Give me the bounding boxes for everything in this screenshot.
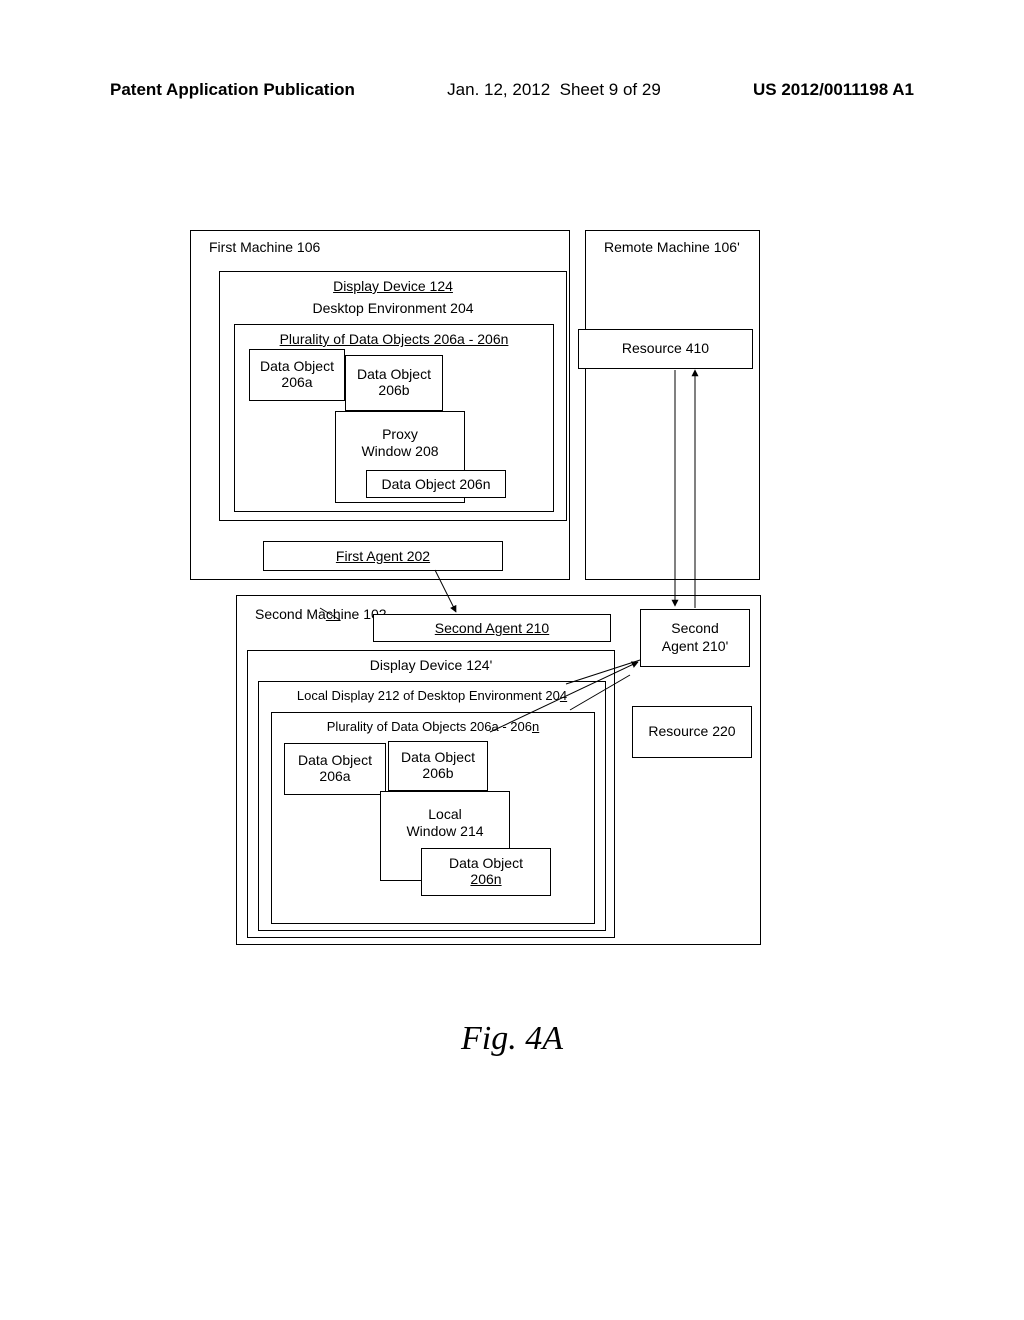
box-second-agent-prime: SecondAgent 210' — [640, 609, 750, 667]
publication-number: US 2012/0011198 A1 — [753, 80, 914, 100]
figure-diagram: First Machine 106 Display Device 124 Des… — [190, 230, 830, 950]
page-header: Patent Application Publication Jan. 12, … — [0, 80, 1024, 100]
label-desktop-env-1: Desktop Environment 204 — [220, 300, 566, 316]
box-local-display: Local Display 212 of Desktop Environment… — [258, 681, 606, 931]
publication-label: Patent Application Publication — [110, 80, 355, 100]
label-remote-machine: Remote Machine 106' — [604, 239, 740, 255]
box-plurality-2: Plurality of Data Objects 206a - 206n Da… — [271, 712, 595, 924]
figure-caption: Fig. 4A — [0, 1020, 1024, 1058]
label-local-window: LocalWindow 214 — [406, 806, 483, 839]
box-resource-410: Resource 410 — [578, 329, 753, 369]
box-remote-machine: Remote Machine 106' Resource 410 — [585, 230, 760, 580]
box-display-device-2: Display Device 124' Local Display 212 of… — [247, 650, 615, 938]
label-plurality-1: Plurality of Data Objects 206a - 206n — [235, 331, 553, 347]
box-resource-220: Resource 220 — [632, 706, 752, 758]
box-first-machine: First Machine 106 Display Device 124 Des… — [190, 230, 570, 580]
box-plurality-1: Plurality of Data Objects 206a - 206n Da… — [234, 324, 554, 512]
label-proxy-window: ProxyWindow 208 — [361, 426, 438, 459]
box-display-device-1: Display Device 124 Desktop Environment 2… — [219, 271, 567, 521]
box-data-obj-b2: Data Object206b — [388, 741, 488, 791]
box-second-machine: Second Machine 102 Second Agent 210 Disp… — [236, 595, 761, 945]
box-second-agent: Second Agent 210 — [373, 614, 611, 642]
label-first-machine: First Machine 106 — [209, 239, 320, 255]
label-second-machine: Second Machine 102 — [255, 606, 387, 622]
box-data-obj-n1: Data Object 206n — [366, 470, 506, 498]
label-display-device-1: Display Device 124 — [220, 278, 566, 294]
box-data-obj-a1: Data Object206a — [249, 349, 345, 401]
box-local-window: LocalWindow 214 Data Object206n — [380, 791, 510, 881]
box-data-obj-n2: Data Object206n — [421, 848, 551, 896]
date-sheet: Jan. 12, 2012 Sheet 9 of 29 — [447, 80, 661, 100]
box-data-obj-a2: Data Object206a — [284, 743, 386, 795]
box-first-agent: First Agent 202 — [263, 541, 503, 571]
box-proxy-window: ProxyWindow 208 Data Object 206n — [335, 411, 465, 503]
label-display-device-2: Display Device 124' — [248, 657, 614, 673]
label-plurality-2: Plurality of Data Objects 206a - 206n — [272, 719, 594, 734]
box-data-obj-b1: Data Object206b — [345, 355, 443, 411]
label-local-display: Local Display 212 of Desktop Environment… — [259, 688, 605, 703]
